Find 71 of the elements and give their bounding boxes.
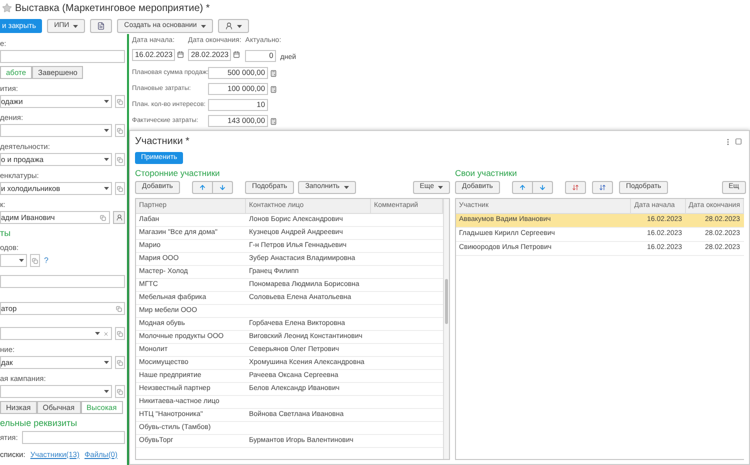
caret-icon [73, 24, 78, 28]
section-header: Сторонние участники [135, 167, 221, 180]
caret-icon [104, 129, 109, 132]
document-icon [97, 22, 106, 30]
calendar-icon [233, 51, 240, 58]
arrow-down-icon [218, 184, 226, 191]
open-button[interactable] [115, 327, 125, 340]
input-field[interactable] [0, 50, 125, 63]
copy-icon [32, 258, 38, 264]
caret-icon [19, 259, 24, 262]
caret-icon [95, 332, 100, 335]
person-icon [116, 214, 122, 221]
calendar-icon [177, 51, 184, 58]
copy-icon [100, 214, 106, 220]
input-field[interactable] [0, 275, 125, 288]
window-title: Выставка (Маркетинговое мероприятие) * [15, 2, 210, 16]
open-button[interactable] [115, 153, 125, 166]
caret-icon [104, 100, 109, 103]
section-header: ты [0, 228, 12, 238]
open-button[interactable] [115, 182, 125, 195]
arrow-down-icon [538, 184, 546, 191]
move-up-button[interactable] [192, 180, 213, 194]
open-button[interactable] [115, 95, 125, 108]
person-menu-button[interactable] [218, 19, 249, 33]
caret-icon [344, 186, 349, 189]
input-field[interactable] [22, 431, 125, 444]
sort-button[interactable] [564, 180, 586, 194]
copy-icon [117, 156, 123, 162]
open-button[interactable] [115, 356, 125, 369]
person-icon [224, 22, 233, 30]
copy-icon [116, 306, 122, 312]
clear-icon [103, 330, 109, 336]
caret-icon [438, 186, 443, 189]
arrow-up-icon [518, 184, 526, 191]
open-button[interactable] [30, 254, 40, 267]
open-button[interactable] [115, 124, 125, 137]
maximize-icon[interactable] [735, 138, 742, 145]
caret-icon [104, 390, 109, 393]
sort-icon [598, 184, 606, 191]
caret-icon [104, 361, 109, 364]
section-header: Свои участники [455, 167, 518, 180]
copy-icon [117, 128, 123, 134]
section-header: ельные реквизиты [0, 418, 78, 428]
copy-icon [117, 330, 123, 336]
dialog-title: Участники * [135, 135, 190, 149]
move-down-button[interactable] [212, 180, 233, 194]
copy-icon [117, 360, 123, 366]
combo-field[interactable] [0, 385, 112, 398]
calculator-icon [270, 70, 277, 76]
document-button[interactable] [90, 19, 112, 33]
caret-icon [236, 24, 242, 28]
move-down-button[interactable] [532, 180, 553, 194]
select-person-button[interactable] [113, 211, 125, 224]
combo-field[interactable] [0, 254, 27, 267]
copy-icon [117, 98, 123, 104]
caret-icon [200, 24, 206, 28]
caret-icon [104, 158, 109, 161]
calculator-icon [270, 86, 277, 92]
calculator-icon [270, 118, 277, 124]
combo-field[interactable] [0, 124, 112, 137]
sort-button[interactable] [592, 180, 613, 194]
help-mark[interactable]: ? [44, 254, 48, 266]
move-up-button[interactable] [512, 180, 533, 194]
sort-icon [572, 184, 579, 191]
copy-icon [117, 186, 123, 192]
open-button[interactable] [115, 385, 125, 398]
favorite-star-icon[interactable] [2, 3, 12, 13]
arrow-up-icon [198, 184, 206, 191]
combo-field[interactable] [0, 327, 112, 340]
copy-icon [117, 388, 123, 394]
caret-icon [104, 187, 109, 190]
